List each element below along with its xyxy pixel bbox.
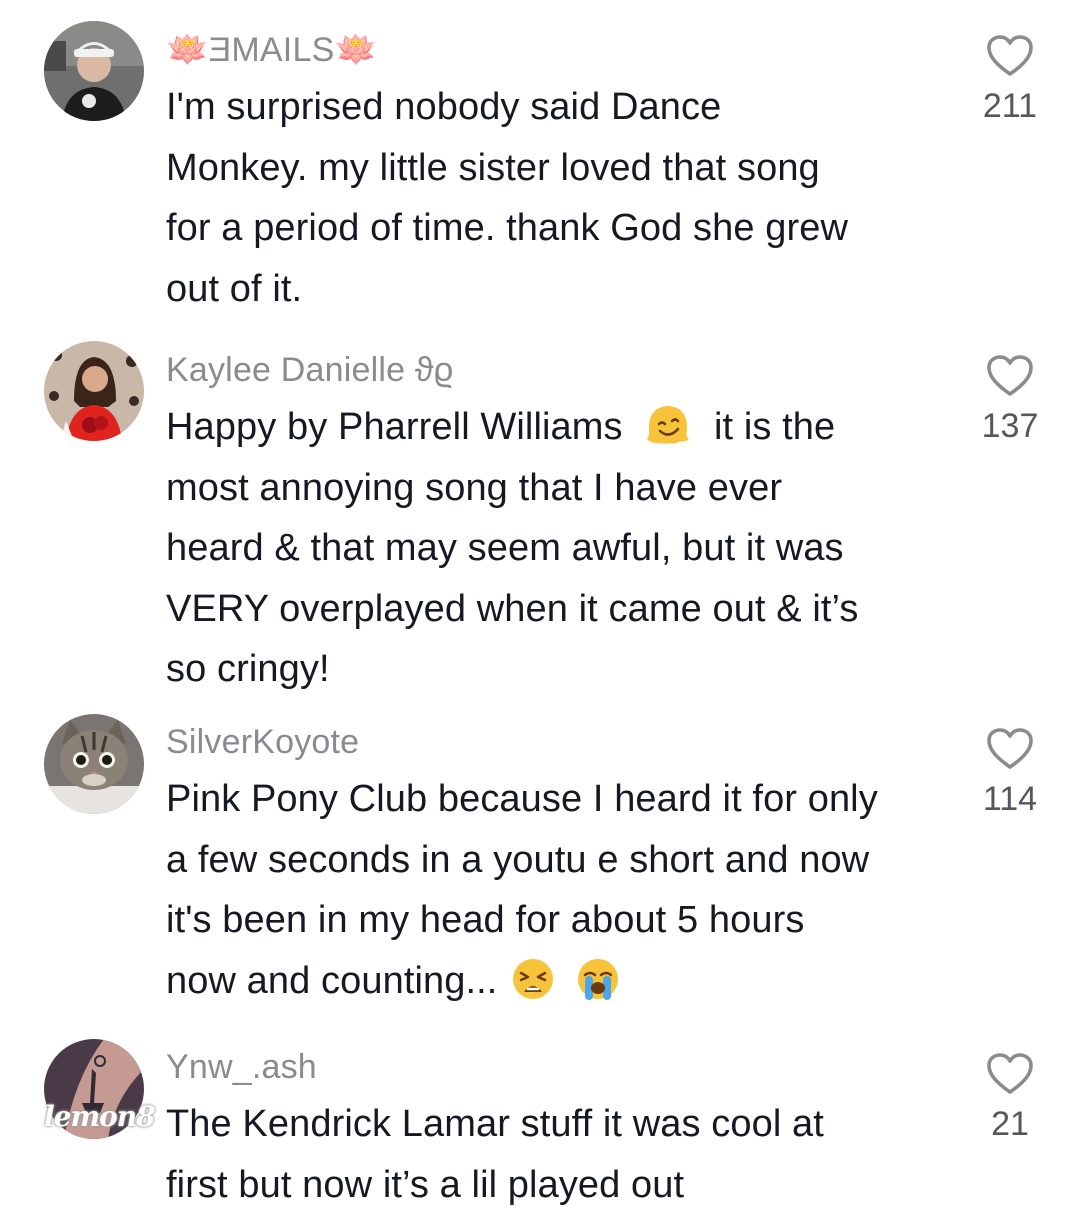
heart-outline-icon [987, 35, 1033, 76]
comment-line: Happy by Pharrell Williams it is the [166, 397, 956, 458]
avatar-boy-with-cap-icon [44, 21, 144, 121]
comment-line: The Kendrick Lamar stuff it was cool at [166, 1103, 824, 1145]
comment-line: for a period of time. thank God she grew [166, 207, 849, 249]
comment-username[interactable]: 🪷ƎMAILS🪷 [166, 30, 377, 70]
avatar-tabby-cat-icon [44, 714, 144, 814]
comment-text: Happy by Pharrell Williams it is the mos… [166, 397, 956, 700]
avatar[interactable] [44, 341, 144, 441]
comment-line-part: Happy by Pharrell Williams [166, 406, 623, 448]
comment-line: heard & that may seem awful, but it was [166, 527, 844, 569]
comment-line: I'm surprised nobody said Dance [166, 86, 722, 128]
comment-username[interactable]: Ynw_.ash [166, 1047, 317, 1087]
like-button[interactable]: 21 [968, 1052, 1052, 1144]
comment-text: The Kendrick Lamar stuff it was cool at … [166, 1094, 956, 1215]
avatar-woman-with-roses-icon [44, 341, 144, 441]
like-count: 137 [981, 407, 1039, 445]
melting-face-emoji-icon [647, 406, 690, 444]
like-count: 21 [991, 1105, 1029, 1143]
comment-line: VERY overplayed when it came out & it’s [166, 587, 859, 630]
comment-username[interactable]: Kaylee Danielle ϑϱ [166, 350, 453, 390]
comment-line: most annoying song that I have ever [166, 466, 783, 509]
comment-line-part: it is the [713, 406, 836, 448]
comment-line: a few seconds in a youtu e short and now [166, 838, 870, 881]
lemon8-watermark-logo: lemon8 [44, 1100, 156, 1133]
heart-outline-icon [987, 1053, 1033, 1094]
comment-line: Monkey. my little sister loved that song [166, 146, 820, 189]
comment-line-part: now and counting... [166, 959, 498, 1002]
heart-outline-icon [987, 355, 1033, 396]
like-button[interactable]: 114 [968, 727, 1052, 819]
heart-outline-icon [987, 728, 1033, 769]
like-button[interactable]: 137 [968, 354, 1052, 446]
comment-line: so cringy! [166, 648, 330, 690]
loudly-crying-face-emoji-icon [577, 958, 618, 1000]
tired-face-emoji-icon [513, 958, 554, 999]
comment-line: now and counting... [166, 951, 956, 1012]
like-count: 114 [982, 780, 1038, 818]
comment-line: out of it. [166, 267, 303, 310]
comment-line: first but now it’s a lil played out [166, 1163, 685, 1206]
avatar[interactable] [44, 714, 144, 814]
like-button[interactable]: 211 [968, 34, 1052, 126]
comment-line: Pink Pony Club because I heard it for on… [166, 778, 878, 820]
comment-line: it's been in my head for about 5 hours [166, 899, 805, 941]
like-count: 211 [982, 87, 1038, 125]
comment-text: I'm surprised nobody said Dance Monkey. … [166, 77, 956, 319]
avatar[interactable] [44, 21, 144, 121]
comment-username[interactable]: SilverKoyote [166, 722, 359, 762]
comment-text: Pink Pony Club because I heard it for on… [166, 769, 956, 1011]
